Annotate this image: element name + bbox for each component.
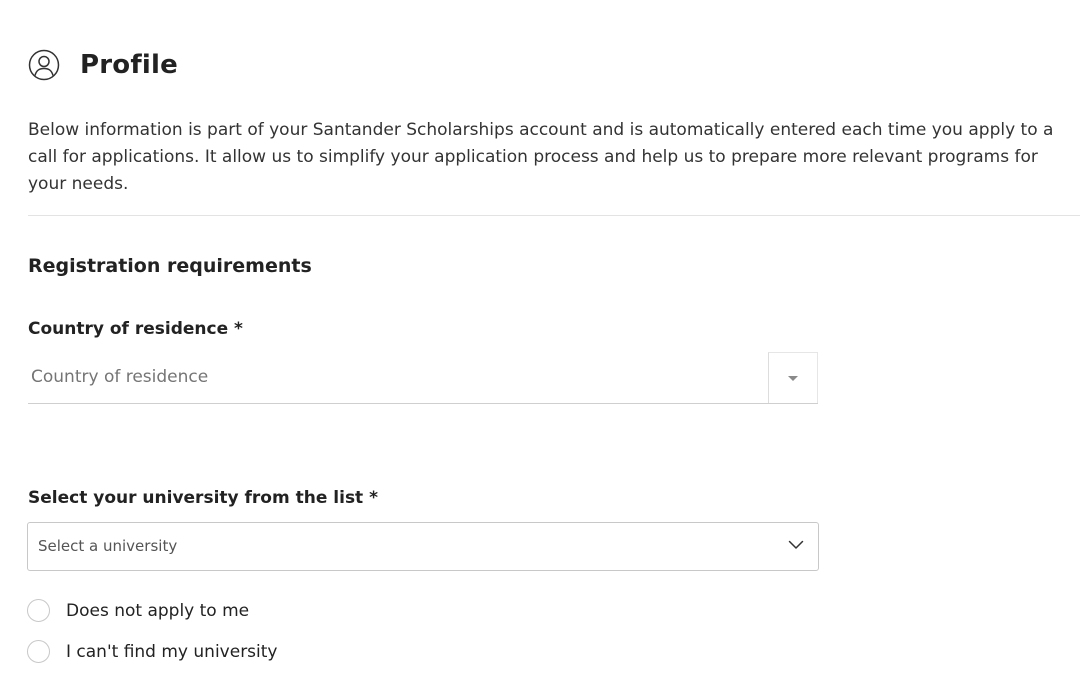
radio-button[interactable] <box>27 599 50 622</box>
radio-does-not-apply[interactable]: Does not apply to me <box>27 599 249 622</box>
country-dropdown-toggle[interactable] <box>768 352 818 403</box>
country-label: Country of residence * <box>28 319 243 339</box>
user-circle-icon <box>28 49 60 81</box>
university-placeholder: Select a university <box>38 537 178 555</box>
radio-button[interactable] <box>27 640 50 663</box>
caret-down-icon <box>788 375 798 381</box>
radio-label: I can't find my university <box>66 641 278 662</box>
page-title: Profile <box>80 50 178 80</box>
university-label: Select your university from the list * <box>28 488 378 508</box>
profile-description: Below information is part of your Santan… <box>28 120 1054 194</box>
country-select[interactable]: Country of residence <box>28 352 818 404</box>
country-placeholder: Country of residence <box>31 367 209 387</box>
university-select[interactable]: Select a university <box>27 522 819 571</box>
section-title: Registration requirements <box>28 255 312 277</box>
radio-label: Does not apply to me <box>66 600 250 621</box>
radio-cant-find-university[interactable]: I can't find my university <box>27 640 278 663</box>
section-divider <box>28 215 1080 216</box>
page-header: Profile <box>28 48 178 82</box>
chevron-down-icon <box>788 540 804 549</box>
